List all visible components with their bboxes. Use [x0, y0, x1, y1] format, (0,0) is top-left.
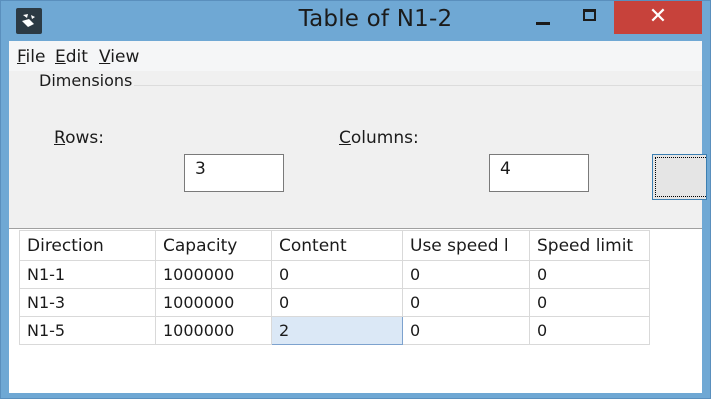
column-header[interactable]: Capacity — [155, 230, 272, 261]
close-button[interactable]: ✕ — [614, 1, 702, 34]
app-window: Table of N1-2 ✕ File Edit View Dimension… — [0, 0, 711, 399]
window-client-area: File Edit View Dimensions Rows: 3 Column… — [9, 41, 707, 393]
menu-file-mnemonic: F — [17, 47, 26, 67]
columns-label: Columns: — [339, 128, 419, 148]
table-row: N1-5 1000000 2 0 0 — [19, 316, 650, 345]
menu-view-mnemonic: V — [99, 47, 111, 67]
window-title-text: Table of N1-2 — [298, 6, 453, 32]
table-row: N1-3 1000000 0 0 0 — [19, 288, 650, 317]
table-cell[interactable]: 0 — [529, 316, 650, 345]
minimize-button[interactable] — [521, 1, 567, 41]
rows-label-text: ows: — [65, 128, 104, 148]
menu-view-label: iew — [110, 47, 140, 67]
table-cell[interactable]: N1-5 — [19, 316, 156, 345]
table-cell[interactable]: 1000000 — [155, 260, 272, 289]
table-row: N1-1 1000000 0 0 0 — [19, 260, 650, 289]
menu-view[interactable]: View — [99, 47, 139, 67]
table-cell[interactable]: 0 — [402, 260, 530, 289]
data-table: Direction Capacity Content Use speed l S… — [19, 230, 650, 345]
menu-edit[interactable]: Edit — [55, 47, 88, 67]
rows-label-mnemonic: R — [54, 128, 66, 148]
table-cell[interactable]: 0 — [402, 316, 530, 345]
table-cell[interactable]: N1-3 — [19, 288, 156, 317]
table-cell[interactable]: 1000000 — [155, 288, 272, 317]
columns-label-mnemonic: C — [339, 128, 351, 148]
table-cell[interactable]: 0 — [529, 260, 650, 289]
rows-input[interactable]: 3 — [184, 154, 284, 192]
menu-file[interactable]: File — [17, 47, 45, 67]
title-bar[interactable]: Table of N1-2 ✕ — [1, 1, 710, 41]
table-cell[interactable]: 1000000 — [155, 316, 272, 345]
menu-file-label: ile — [25, 47, 46, 67]
maximize-button[interactable] — [567, 1, 613, 41]
table-cell[interactable]: 0 — [529, 288, 650, 317]
table-header-row: Direction Capacity Content Use speed l S… — [19, 230, 650, 261]
table-cell-selected[interactable]: 2 — [271, 316, 403, 345]
table-grid-area: Direction Capacity Content Use speed l S… — [9, 228, 702, 393]
table-cell[interactable]: 0 — [402, 288, 530, 317]
menu-edit-label: dit — [65, 47, 88, 67]
column-header[interactable]: Use speed l — [402, 230, 530, 261]
column-header[interactable]: Direction — [19, 230, 156, 261]
column-header[interactable]: Speed limit — [529, 230, 650, 261]
table-cell[interactable]: 0 — [271, 288, 403, 317]
column-header[interactable]: Content — [271, 230, 403, 261]
columns-input[interactable]: 4 — [489, 154, 589, 192]
dimensions-group-label: Dimensions — [37, 71, 135, 90]
rows-label: Rows: — [54, 128, 104, 148]
apply-dimensions-button[interactable] — [652, 154, 707, 200]
table-cell[interactable]: N1-1 — [19, 260, 156, 289]
groupbox-border — [81, 85, 702, 86]
menu-bar: File Edit View — [9, 41, 702, 71]
columns-label-text: olumns: — [350, 128, 419, 148]
close-icon: ✕ — [648, 4, 668, 29]
menu-edit-mnemonic: E — [55, 47, 66, 67]
table-cell[interactable]: 0 — [271, 260, 403, 289]
